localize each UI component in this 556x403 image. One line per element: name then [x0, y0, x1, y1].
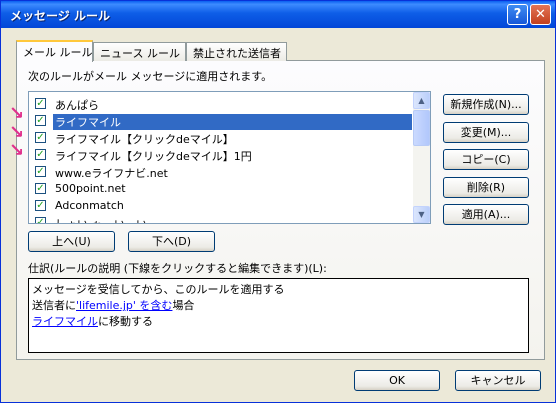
- description-text: 場合: [172, 299, 195, 312]
- scroll-down-icon[interactable]: ▼: [413, 206, 430, 223]
- list-item[interactable]: ✓ あんぱら: [31, 95, 412, 112]
- rule-checkbox[interactable]: ✓: [35, 115, 46, 126]
- rule-label: しょい-ゎーいーい: [55, 216, 147, 223]
- rules-list[interactable]: ✓ あんぱら ✓ ライフマイル ✓ ライフマイル【クリックdeマイル】 ✓ ライ…: [28, 91, 431, 224]
- move-down-button[interactable]: 下へ(D): [128, 231, 215, 252]
- rule-label: ライフマイル【クリックdeマイル】1円: [55, 150, 252, 163]
- remove-rule-button[interactable]: 削除(R): [443, 177, 529, 198]
- list-item[interactable]: ✓ 500point.net: [31, 180, 412, 197]
- help-icon[interactable]: ?: [507, 4, 528, 25]
- modify-rule-button[interactable]: 変更(M)...: [443, 122, 529, 143]
- list-item[interactable]: ✓ ライフマイル【クリックdeマイル】: [31, 129, 412, 146]
- rules-scrollbar[interactable]: ▲ ▼: [413, 92, 430, 223]
- rule-checkbox[interactable]: ✓: [35, 166, 46, 177]
- list-item[interactable]: ✓ ライフマイル: [31, 112, 412, 130]
- sender-condition-link[interactable]: 'lifemile.jp' を含む: [76, 299, 172, 312]
- description-text: に移動する: [98, 315, 153, 328]
- rule-label: ライフマイル: [53, 114, 412, 130]
- ok-button[interactable]: OK: [354, 370, 440, 391]
- annotation-arrow-icon: ↘: [9, 140, 25, 161]
- description-line: ライフマイルに移動する: [32, 314, 525, 330]
- description-line: 送信者に'lifemile.jp' を含む場合: [32, 298, 525, 314]
- list-item[interactable]: ✓ しょい-ゎーいーい: [31, 214, 412, 223]
- message-rules-dialog: メッセージ ルール ? ✕ メール ルール ニュース ルール 禁止された送信者 …: [0, 0, 556, 403]
- rule-checkbox[interactable]: ✓: [35, 200, 46, 211]
- scroll-up-icon[interactable]: ▲: [413, 92, 430, 109]
- window-title: メッセージ ルール: [10, 9, 110, 23]
- description-caption: 仕訳(ルールの説明 (下線をクリックすると編集できます)(L):: [28, 262, 327, 275]
- rule-label: ライフマイル【クリックdeマイル】: [55, 133, 234, 146]
- rule-checkbox[interactable]: ✓: [35, 98, 46, 109]
- copy-rule-button[interactable]: コピー(C): [443, 149, 529, 170]
- move-up-button[interactable]: 上へ(U): [28, 231, 115, 252]
- rule-label: www.eライフナビ.net: [55, 167, 168, 180]
- description-line: メッセージを受信してから、このルールを適用する: [32, 283, 285, 296]
- tab-news-rules[interactable]: ニュース ルール: [93, 42, 186, 61]
- list-item[interactable]: ✓ ライフマイル【クリックdeマイル】1円: [31, 146, 412, 163]
- apply-rule-button[interactable]: 適用(A)...: [443, 204, 529, 225]
- rule-description: メッセージを受信してから、このルールを適用する 送信者に'lifemile.jp…: [28, 278, 529, 353]
- rule-checkbox[interactable]: ✓: [35, 217, 46, 223]
- folder-link[interactable]: ライフマイル: [32, 315, 98, 328]
- new-rule-button[interactable]: 新規作成(N)...: [443, 94, 529, 115]
- rule-label: 500point.net: [55, 182, 126, 195]
- title-bar: メッセージ ルール ? ✕: [1, 1, 555, 28]
- rule-checkbox[interactable]: ✓: [35, 183, 46, 194]
- scroll-thumb[interactable]: [413, 110, 430, 146]
- rule-label: Adconmatch: [55, 199, 124, 212]
- rules-caption: 次のルールがメール メッセージに適用されます。: [28, 70, 273, 83]
- description-text: 送信者に: [32, 299, 76, 312]
- tab-mail-rules[interactable]: メール ルール: [16, 40, 93, 62]
- list-item[interactable]: ✓ Adconmatch: [31, 197, 412, 214]
- list-item[interactable]: ✓ www.eライフナビ.net: [31, 163, 412, 180]
- rule-checkbox[interactable]: ✓: [35, 149, 46, 160]
- tab-blocked-senders[interactable]: 禁止された送信者: [186, 42, 287, 61]
- rule-checkbox[interactable]: ✓: [35, 132, 46, 143]
- annotation-arrow-icon: ↘: [9, 103, 25, 124]
- rule-label: あんぱら: [55, 99, 99, 112]
- close-icon[interactable]: ✕: [530, 4, 551, 25]
- cancel-button[interactable]: キャンセル: [455, 370, 541, 391]
